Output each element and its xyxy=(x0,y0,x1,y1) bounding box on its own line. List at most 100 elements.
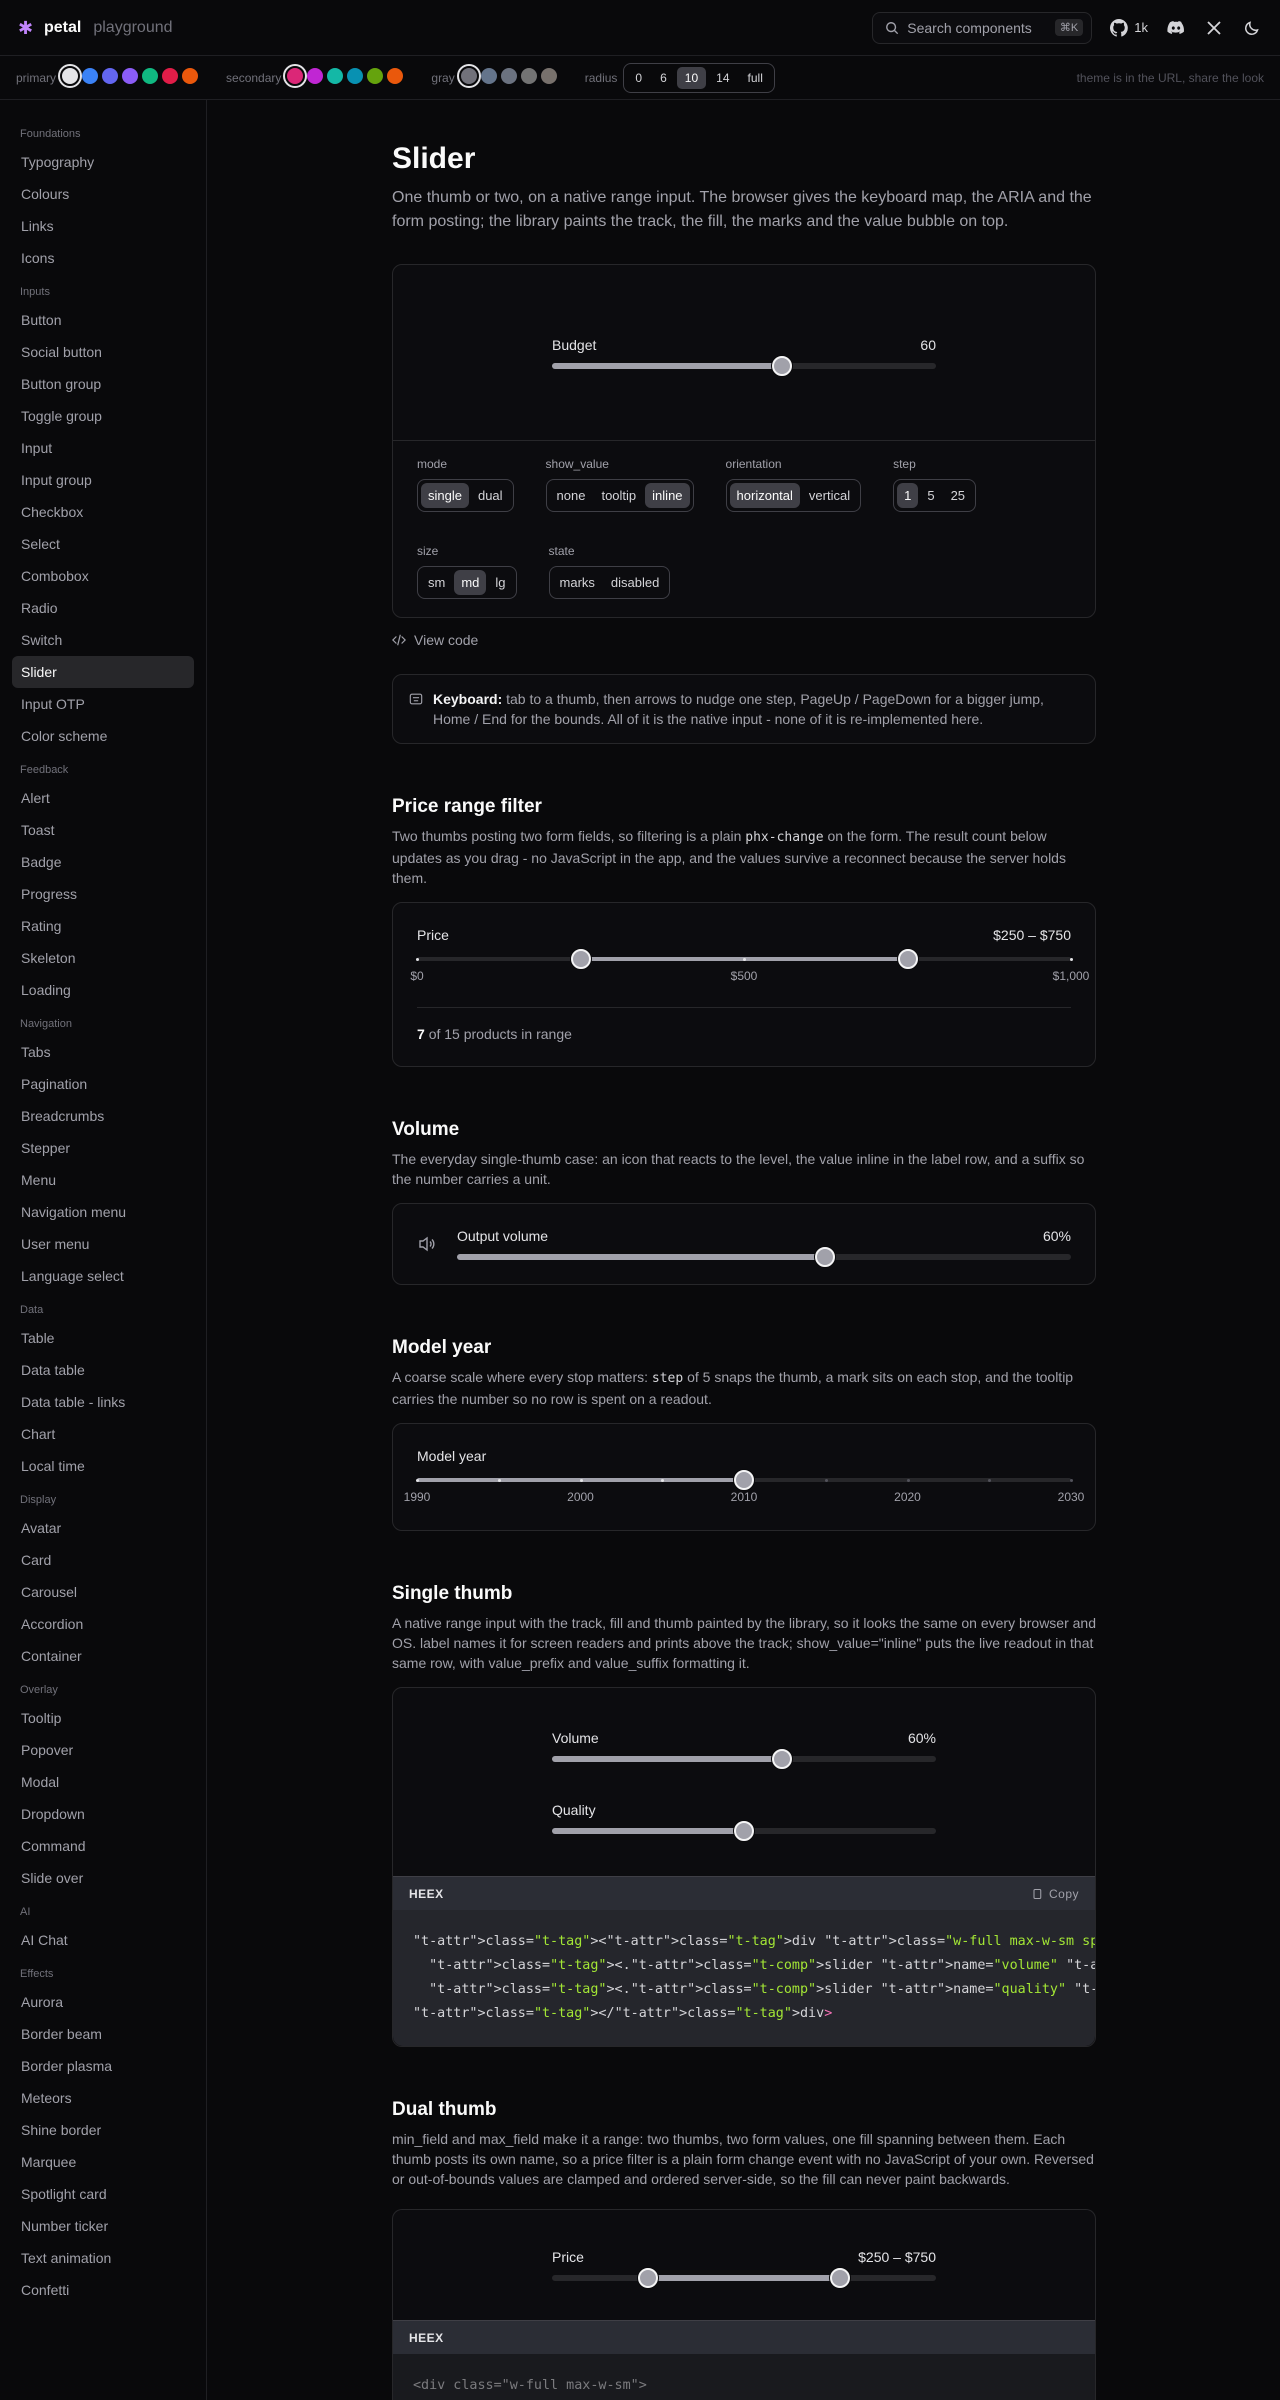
sidebar-item-badge[interactable]: Badge xyxy=(12,846,194,878)
sidebar-item-checkbox[interactable]: Checkbox xyxy=(12,496,194,528)
sidebar-item-color-scheme[interactable]: Color scheme xyxy=(12,720,194,752)
volume-slider[interactable]: Output volume 60% xyxy=(457,1228,1071,1267)
sidebar-item-border-beam[interactable]: Border beam xyxy=(12,2018,194,2050)
option-md[interactable]: md xyxy=(454,570,487,595)
sidebar-item-tabs[interactable]: Tabs xyxy=(12,1036,194,1068)
sidebar-item-slider[interactable]: Slider xyxy=(12,656,194,688)
sidebar-item-input[interactable]: Input xyxy=(12,432,194,464)
sidebar-item-stepper[interactable]: Stepper xyxy=(12,1132,194,1164)
secondary-swatch[interactable] xyxy=(347,68,364,84)
discord-link[interactable] xyxy=(1166,18,1186,38)
sidebar-item-table[interactable]: Table xyxy=(12,1322,194,1354)
option-inline[interactable]: inline xyxy=(645,483,690,508)
sidebar-item-data-table[interactable]: Data table xyxy=(12,1354,194,1386)
price-min-thumb[interactable] xyxy=(570,949,591,969)
option-single[interactable]: single xyxy=(421,483,469,508)
sidebar-item-dropdown[interactable]: Dropdown xyxy=(12,1798,194,1830)
sidebar-item-select[interactable]: Select xyxy=(12,528,194,560)
price-track[interactable] xyxy=(416,949,1073,969)
sidebar-item-spotlight-card[interactable]: Spotlight card xyxy=(12,2178,194,2210)
code-block[interactable]: "t-attr">class="t-tag"><"t-attr">class="… xyxy=(393,1910,1095,2046)
sidebar-item-typography[interactable]: Typography xyxy=(12,146,194,178)
sidebar-item-container[interactable]: Container xyxy=(12,1640,194,1672)
sidebar-item-input-otp[interactable]: Input OTP xyxy=(12,688,194,720)
sidebar-item-skeleton[interactable]: Skeleton xyxy=(12,942,194,974)
gray-swatch[interactable] xyxy=(500,68,517,84)
radius-option[interactable]: 0 xyxy=(627,67,650,89)
sidebar-item-confetti[interactable]: Confetti xyxy=(12,2274,194,2306)
sidebar-item-popover[interactable]: Popover xyxy=(12,1734,194,1766)
sidebar-item-pagination[interactable]: Pagination xyxy=(12,1068,194,1100)
sidebar-item-colours[interactable]: Colours xyxy=(12,178,194,210)
sidebar-item-shine-border[interactable]: Shine border xyxy=(12,2114,194,2146)
sidebar-item-data-table-links[interactable]: Data table - links xyxy=(12,1386,194,1418)
secondary-swatch[interactable] xyxy=(283,64,308,88)
secondary-swatch[interactable] xyxy=(327,68,344,84)
sidebar-item-alert[interactable]: Alert xyxy=(12,782,194,814)
model-year-thumb[interactable] xyxy=(734,1470,754,1490)
sidebar-item-border-plasma[interactable]: Border plasma xyxy=(12,2050,194,2082)
dual-max-thumb[interactable] xyxy=(830,2268,850,2288)
sidebar-item-card[interactable]: Card xyxy=(12,1544,194,1576)
sidebar-item-user-menu[interactable]: User menu xyxy=(12,1228,194,1260)
sidebar-item-toast[interactable]: Toast xyxy=(12,814,194,846)
volume-thumb[interactable] xyxy=(815,1247,836,1267)
option-25[interactable]: 25 xyxy=(944,483,972,508)
sidebar-item-aurora[interactable]: Aurora xyxy=(12,1986,194,2018)
sidebar-item-number-ticker[interactable]: Number ticker xyxy=(12,2210,194,2242)
option-tooltip[interactable]: tooltip xyxy=(594,483,643,508)
option-disabled[interactable]: disabled xyxy=(604,570,666,595)
sidebar-item-ai-chat[interactable]: AI Chat xyxy=(12,1924,194,1956)
option-dual[interactable]: dual xyxy=(471,483,510,508)
sidebar-item-menu[interactable]: Menu xyxy=(12,1164,194,1196)
option-sm[interactable]: sm xyxy=(421,570,452,595)
option-vertical[interactable]: vertical xyxy=(802,483,857,508)
dual-code-block[interactable]: <div class="w-full max-w-sm"> xyxy=(393,2354,1095,2400)
gray-swatch[interactable] xyxy=(480,68,497,84)
st-volume-thumb[interactable] xyxy=(772,1749,793,1769)
sidebar-item-navigation-menu[interactable]: Navigation menu xyxy=(12,1196,194,1228)
sidebar-item-input-group[interactable]: Input group xyxy=(12,464,194,496)
radius-option[interactable]: 14 xyxy=(708,67,737,89)
option-1[interactable]: 1 xyxy=(897,483,919,508)
sidebar-item-marquee[interactable]: Marquee xyxy=(12,2146,194,2178)
sidebar-item-accordion[interactable]: Accordion xyxy=(12,1608,194,1640)
primary-swatch[interactable] xyxy=(102,68,119,84)
budget-slider[interactable]: Budget 60 xyxy=(552,337,936,376)
sidebar-item-switch[interactable]: Switch xyxy=(12,624,194,656)
primary-swatch[interactable] xyxy=(162,68,179,84)
primary-swatch[interactable] xyxy=(58,64,83,88)
option-marks[interactable]: marks xyxy=(553,570,602,595)
radius-option[interactable]: 10 xyxy=(676,66,707,89)
dual-min-thumb[interactable] xyxy=(638,2268,658,2288)
github-link[interactable]: 1k xyxy=(1110,18,1148,37)
st-volume-track[interactable] xyxy=(552,1749,936,1769)
sidebar-item-button[interactable]: Button xyxy=(12,304,194,336)
sidebar-item-chart[interactable]: Chart xyxy=(12,1418,194,1450)
dual-price-track[interactable] xyxy=(552,2268,936,2288)
sidebar-item-radio[interactable]: Radio xyxy=(12,592,194,624)
primary-swatch[interactable] xyxy=(182,68,199,84)
primary-swatch[interactable] xyxy=(122,68,139,84)
budget-track[interactable] xyxy=(552,355,936,376)
st-volume-slider[interactable]: Volume 60% xyxy=(552,1730,936,1769)
sidebar-item-toggle-group[interactable]: Toggle group xyxy=(12,400,194,432)
model-year-track[interactable] xyxy=(416,1470,1073,1490)
sidebar-item-rating[interactable]: Rating xyxy=(12,910,194,942)
dual-price-slider[interactable]: Price $250 – $750 xyxy=(552,2249,936,2288)
sidebar-item-text-animation[interactable]: Text animation xyxy=(12,2242,194,2274)
st-quality-thumb[interactable] xyxy=(734,1821,754,1841)
sidebar-item-modal[interactable]: Modal xyxy=(12,1766,194,1798)
sidebar-item-combobox[interactable]: Combobox xyxy=(12,560,194,592)
sidebar-item-avatar[interactable]: Avatar xyxy=(12,1512,194,1544)
option-lg[interactable]: lg xyxy=(488,570,512,595)
search-input[interactable]: Search components ⌘K xyxy=(872,11,1093,44)
secondary-swatch[interactable] xyxy=(387,68,404,84)
sidebar-item-slide-over[interactable]: Slide over xyxy=(12,1862,194,1894)
x-link[interactable] xyxy=(1204,18,1224,38)
theme-toggle[interactable] xyxy=(1242,18,1262,38)
primary-swatch[interactable] xyxy=(142,68,159,84)
sidebar-item-language-select[interactable]: Language select xyxy=(12,1260,194,1292)
sidebar-item-loading[interactable]: Loading xyxy=(12,974,194,1006)
budget-thumb[interactable] xyxy=(772,355,793,376)
